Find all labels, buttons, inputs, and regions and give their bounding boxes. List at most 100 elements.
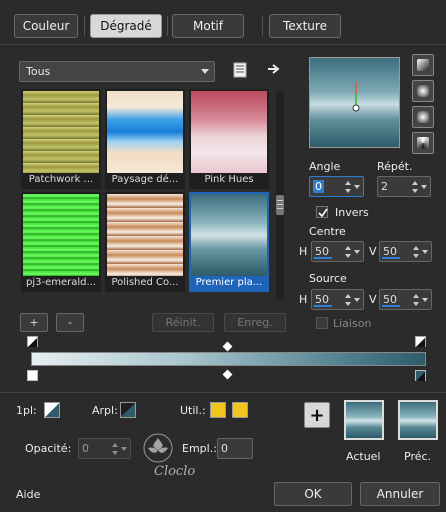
gradient-preview-large[interactable]: [309, 57, 400, 148]
scrollbar-thumb[interactable]: [276, 195, 284, 215]
bottom-left-color-stop[interactable]: [27, 370, 38, 381]
util-swatch-1[interactable]: [210, 402, 226, 418]
current-label: Actuel: [346, 450, 381, 463]
tab-couleur[interactable]: Couleur: [14, 14, 78, 38]
source-h-spin[interactable]: 50: [311, 289, 364, 310]
repeat-label: Répét.: [377, 160, 413, 173]
opacity-label: Opacité:: [25, 442, 72, 455]
section-divider: [0, 392, 446, 393]
save-button[interactable]: Enreg.: [224, 313, 286, 332]
spin-down-icon[interactable]: [413, 302, 419, 306]
spin-up-icon[interactable]: [345, 181, 351, 185]
spin-down-icon[interactable]: [413, 254, 419, 258]
gradient-thumb-pink-hues[interactable]: Pink Hues: [189, 89, 269, 189]
angle-spin[interactable]: 0: [309, 176, 364, 197]
chevron-down-icon[interactable]: [422, 298, 428, 302]
chevron-down-icon[interactable]: [354, 298, 360, 302]
previous-label: Préc.: [404, 450, 432, 463]
source-v-label: V: [369, 293, 377, 306]
current-preview[interactable]: [344, 400, 384, 440]
gradient-editor-bar[interactable]: [31, 352, 426, 366]
gradient-thumb-patchwork[interactable]: Patchwork ...: [21, 89, 101, 189]
spin-down-icon[interactable]: [345, 254, 351, 258]
invert-label[interactable]: Invers: [335, 206, 369, 219]
gradient-label: Premier pla...: [195, 277, 263, 288]
linear-style-icon: [417, 59, 429, 71]
arrow-right-icon[interactable]: [267, 63, 281, 75]
center-h-spin[interactable]: 50: [311, 241, 364, 262]
angle-handle-icon[interactable]: [346, 80, 366, 120]
center-v-label: V: [369, 245, 377, 258]
remove-gradient-button[interactable]: -: [56, 313, 84, 332]
opacity-midpoint-diamond[interactable]: [222, 341, 233, 352]
chevron-down-icon[interactable]: [421, 185, 427, 189]
spin-down-icon[interactable]: [345, 189, 351, 193]
util-label: Util.:: [180, 404, 206, 417]
spin-up-icon[interactable]: [345, 246, 351, 250]
color-midpoint-diamond[interactable]: [222, 369, 233, 380]
spin-up-icon[interactable]: [413, 246, 419, 250]
source-h-label: H: [299, 293, 308, 306]
gradient-label: Paysage dé...: [111, 174, 179, 185]
sunburst-style-icon: [417, 111, 429, 123]
first-plan-swatch[interactable]: [44, 402, 60, 418]
gradient-thumb-paysage[interactable]: Paysage dé...: [105, 89, 185, 189]
add-marker-button[interactable]: +: [304, 402, 330, 428]
chevron-down-icon[interactable]: [422, 250, 428, 254]
link-checkbox[interactable]: [316, 317, 328, 329]
watermark-text: Cloclo: [154, 464, 196, 479]
linear-style-button[interactable]: [412, 54, 434, 76]
arrpl-swatch[interactable]: [120, 402, 136, 418]
spin-up-icon[interactable]: [112, 443, 118, 447]
spin-up-icon[interactable]: [412, 181, 418, 185]
center-h-bar: [314, 257, 332, 259]
spin-down-icon[interactable]: [412, 189, 418, 193]
tab-divider: [167, 16, 168, 36]
util-swatch-2[interactable]: [232, 402, 248, 418]
center-v-spin[interactable]: 50: [379, 241, 432, 262]
rectangular-style-button[interactable]: [412, 80, 434, 102]
spin-up-icon[interactable]: [345, 294, 351, 298]
repeat-value: 2: [381, 180, 388, 193]
gradient-thumb-polished-copper[interactable]: Polished Co...: [105, 192, 185, 292]
radial-style-icon: [417, 137, 429, 149]
link-label[interactable]: Liaison: [333, 317, 371, 330]
scroll-grip: [277, 204, 283, 205]
spin-down-icon[interactable]: [112, 451, 118, 455]
tab-divider: [84, 16, 85, 36]
tab-texture[interactable]: Texture: [269, 14, 341, 38]
chevron-down-icon[interactable]: [354, 250, 360, 254]
help-link[interactable]: Aide: [16, 488, 40, 501]
gradient-label: Polished Co...: [111, 277, 179, 288]
sunburst-style-button[interactable]: [412, 106, 434, 128]
previous-preview[interactable]: [398, 400, 438, 440]
source-v-spin[interactable]: 50: [379, 289, 432, 310]
spin-up-icon[interactable]: [413, 294, 419, 298]
add-gradient-button[interactable]: +: [20, 313, 48, 332]
gradient-preview: [191, 91, 267, 173]
ok-button[interactable]: OK: [274, 482, 352, 506]
opacity-value: 0: [82, 442, 89, 455]
angle-label: Angle: [309, 160, 341, 173]
document-icon[interactable]: [233, 62, 247, 78]
repeat-spin[interactable]: 2: [377, 176, 431, 197]
spin-down-icon[interactable]: [345, 302, 351, 306]
bottom-right-color-stop[interactable]: [415, 370, 426, 381]
reset-button[interactable]: Réinit.: [152, 313, 214, 332]
category-dropdown[interactable]: Tous: [19, 61, 215, 82]
top-right-stop-marker[interactable]: [415, 336, 426, 347]
rectangular-style-icon: [417, 85, 429, 97]
marker-icon: [28, 338, 37, 347]
gradient-thumb-premier-plan[interactable]: Premier pla...: [189, 192, 269, 292]
radial-style-button[interactable]: [412, 132, 434, 154]
tab-degrade[interactable]: Dégradé: [90, 14, 162, 38]
tab-motif[interactable]: Motif: [172, 14, 244, 38]
chevron-down-icon[interactable]: [354, 185, 360, 189]
center-h-label: H: [299, 245, 308, 258]
top-left-stop-marker[interactable]: [27, 336, 38, 347]
empl-field[interactable]: 0: [217, 438, 253, 459]
gradient-thumb-pj3-emerald[interactable]: pj3-emerald...: [21, 192, 101, 292]
cancel-button[interactable]: Annuler: [360, 482, 440, 506]
invert-checkbox[interactable]: [316, 206, 328, 218]
gradient-label: Patchwork ...: [28, 174, 94, 185]
